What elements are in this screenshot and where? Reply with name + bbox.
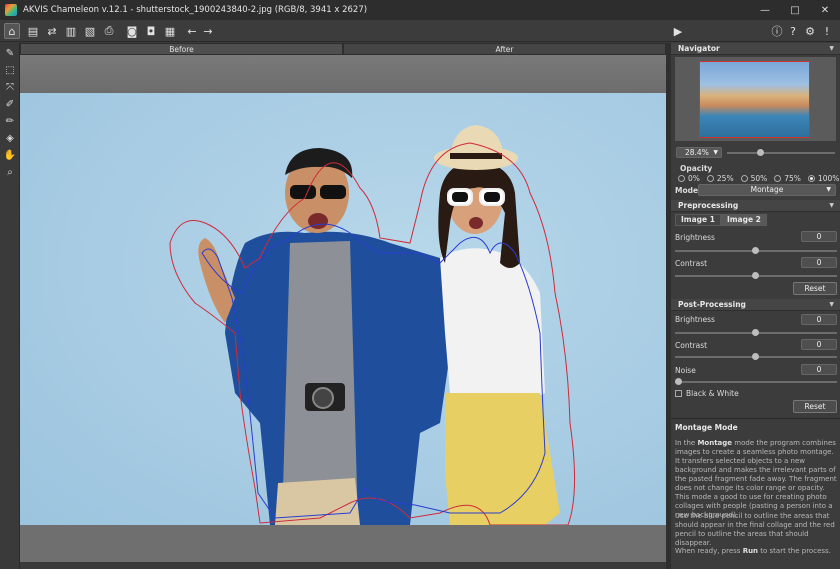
mode-label: Mode bbox=[675, 186, 699, 195]
opacity-option-50[interactable]: 50% bbox=[740, 174, 767, 183]
navigator-image[interactable] bbox=[699, 61, 810, 138]
open-icon[interactable]: ▤ bbox=[25, 23, 41, 39]
post-brightness-knob[interactable] bbox=[752, 329, 759, 336]
swap-icon[interactable]: ⇄ bbox=[44, 23, 60, 39]
noise-knob[interactable] bbox=[675, 378, 682, 385]
image-tabs: Image 1 Image 2 bbox=[675, 214, 767, 226]
notify-icon[interactable]: ! bbox=[819, 23, 835, 39]
navigator-header[interactable]: Navigator ▼ bbox=[671, 43, 840, 55]
settings-panel: Navigator ▼ 28.4% ▼ Opacity 0% 25% 50% 7… bbox=[671, 43, 840, 569]
postprocessing-header[interactable]: Post-Processing ▼ bbox=[671, 299, 840, 311]
fragment-icon[interactable]: ◙ bbox=[124, 23, 140, 39]
photo[interactable] bbox=[20, 93, 666, 525]
opacity-option-75[interactable]: 75% bbox=[774, 174, 801, 183]
post-reset-button[interactable]: Reset bbox=[793, 400, 837, 413]
collapse-icon: ▼ bbox=[829, 45, 834, 52]
main-toolbar: ⌂ ▤ ⇄ ▥ ▧ ⎙ ◙ ◘ ▦ ← → ▶ ⓘ ? ⚙ ! bbox=[0, 20, 840, 42]
help-panel: Montage Mode In the Montage mode the pro… bbox=[671, 418, 840, 569]
opacity-option-25[interactable]: 25% bbox=[706, 174, 734, 183]
help-paragraph-3: When ready, press Run to start the proce… bbox=[675, 547, 831, 555]
opacity-option-0[interactable]: 0% bbox=[678, 174, 700, 183]
minimize-button[interactable]: — bbox=[750, 0, 780, 20]
view-tabs: Before After bbox=[20, 43, 666, 55]
hand-icon[interactable]: ✋ bbox=[2, 147, 18, 163]
pre-contrast-knob[interactable] bbox=[752, 272, 759, 279]
mode-select[interactable]: Montage ▼ bbox=[698, 184, 836, 196]
red-pencil-icon[interactable]: ✏ bbox=[2, 113, 18, 129]
undo-icon[interactable]: ← bbox=[184, 23, 200, 39]
settings-icon[interactable]: ⚙ bbox=[802, 23, 818, 39]
pre-brightness-label: Brightness bbox=[675, 233, 715, 242]
zoom-select[interactable]: 28.4% ▼ bbox=[676, 147, 722, 158]
black-white-checkbox[interactable] bbox=[675, 390, 682, 397]
home-icon[interactable]: ⌂ bbox=[4, 23, 20, 39]
app-logo-icon bbox=[5, 4, 17, 16]
post-brightness-value[interactable]: 0 bbox=[801, 314, 837, 325]
import-icon[interactable]: ▥ bbox=[63, 23, 79, 39]
print-icon[interactable]: ⎙ bbox=[101, 23, 117, 39]
image-canvas[interactable] bbox=[20, 55, 666, 562]
export-icon[interactable]: ▧ bbox=[82, 23, 98, 39]
pre-brightness-value[interactable]: 0 bbox=[801, 231, 837, 242]
tab-after[interactable]: After bbox=[343, 43, 666, 55]
noise-value[interactable]: 0 bbox=[801, 364, 837, 375]
help-icon[interactable]: ? bbox=[785, 23, 801, 39]
opacity-label: Opacity bbox=[680, 164, 713, 173]
selection-icon[interactable]: ⬚ bbox=[2, 62, 18, 78]
mode-value: Montage bbox=[750, 185, 784, 194]
post-brightness-label: Brightness bbox=[675, 315, 715, 324]
blue-pencil-icon[interactable]: ✐ bbox=[2, 96, 18, 112]
redo-icon[interactable]: → bbox=[200, 23, 216, 39]
zoom-slider-knob[interactable] bbox=[757, 149, 764, 156]
chevron-down-icon: ▼ bbox=[713, 149, 718, 156]
black-white-label: Black & White bbox=[686, 389, 739, 398]
info-icon[interactable]: ⓘ bbox=[769, 23, 785, 39]
app-window: AKVIS Chameleon v.12.1 - shutterstock_19… bbox=[0, 0, 840, 569]
noise-slider[interactable] bbox=[675, 381, 837, 383]
pre-contrast-value[interactable]: 0 bbox=[801, 257, 837, 268]
background-icon[interactable]: ◘ bbox=[143, 23, 159, 39]
help-paragraph-2: Use the blue pencil to outline the areas… bbox=[675, 512, 835, 547]
window-controls: — □ ✕ bbox=[750, 0, 840, 20]
tools-panel: ✎ ⬚ ⤧ ✐ ✏ ◈ ✋ ⌕ bbox=[0, 43, 20, 569]
tab-image-2[interactable]: Image 2 bbox=[720, 214, 767, 226]
collapse-icon: ▼ bbox=[829, 301, 834, 308]
pre-brightness-knob[interactable] bbox=[752, 247, 759, 254]
navigator-title: Navigator bbox=[678, 44, 720, 53]
eraser-icon[interactable]: ✎ bbox=[2, 45, 18, 61]
close-button[interactable]: ✕ bbox=[810, 0, 840, 20]
post-contrast-value[interactable]: 0 bbox=[801, 339, 837, 350]
navigator-preview[interactable] bbox=[675, 57, 836, 141]
pre-reset-button[interactable]: Reset bbox=[793, 282, 837, 295]
zoom-slider-track[interactable] bbox=[727, 152, 835, 154]
layers-icon[interactable]: ▦ bbox=[162, 23, 178, 39]
postprocessing-title: Post-Processing bbox=[678, 300, 746, 309]
tab-image-1[interactable]: Image 1 bbox=[675, 214, 721, 226]
preprocessing-header[interactable]: Preprocessing ▼ bbox=[671, 200, 840, 212]
transform-icon[interactable]: ⤧ bbox=[2, 79, 18, 95]
zoom-icon[interactable]: ⌕ bbox=[2, 164, 18, 180]
post-contrast-label: Contrast bbox=[675, 341, 708, 350]
post-contrast-knob[interactable] bbox=[752, 353, 759, 360]
noise-label: Noise bbox=[675, 366, 696, 375]
collapse-icon: ▼ bbox=[829, 202, 834, 209]
title-bar: AKVIS Chameleon v.12.1 - shutterstock_19… bbox=[0, 0, 840, 20]
help-paragraph-1: In the Montage mode the program combines… bbox=[675, 439, 837, 519]
help-title: Montage Mode bbox=[675, 423, 738, 432]
photo-illustration bbox=[169, 125, 576, 525]
tab-before[interactable]: Before bbox=[20, 43, 343, 55]
maximize-button[interactable]: □ bbox=[780, 0, 810, 20]
opacity-options: 0% 25% 50% 75% 100% bbox=[678, 174, 839, 183]
window-title: AKVIS Chameleon v.12.1 - shutterstock_19… bbox=[23, 5, 368, 15]
preprocessing-title: Preprocessing bbox=[678, 201, 739, 210]
clean-icon[interactable]: ◈ bbox=[2, 130, 18, 146]
chevron-down-icon: ▼ bbox=[826, 186, 831, 193]
run-icon[interactable]: ▶ bbox=[670, 23, 686, 39]
zoom-value: 28.4% bbox=[685, 148, 709, 157]
pre-contrast-label: Contrast bbox=[675, 259, 708, 268]
opacity-option-100[interactable]: 100% bbox=[807, 174, 839, 183]
